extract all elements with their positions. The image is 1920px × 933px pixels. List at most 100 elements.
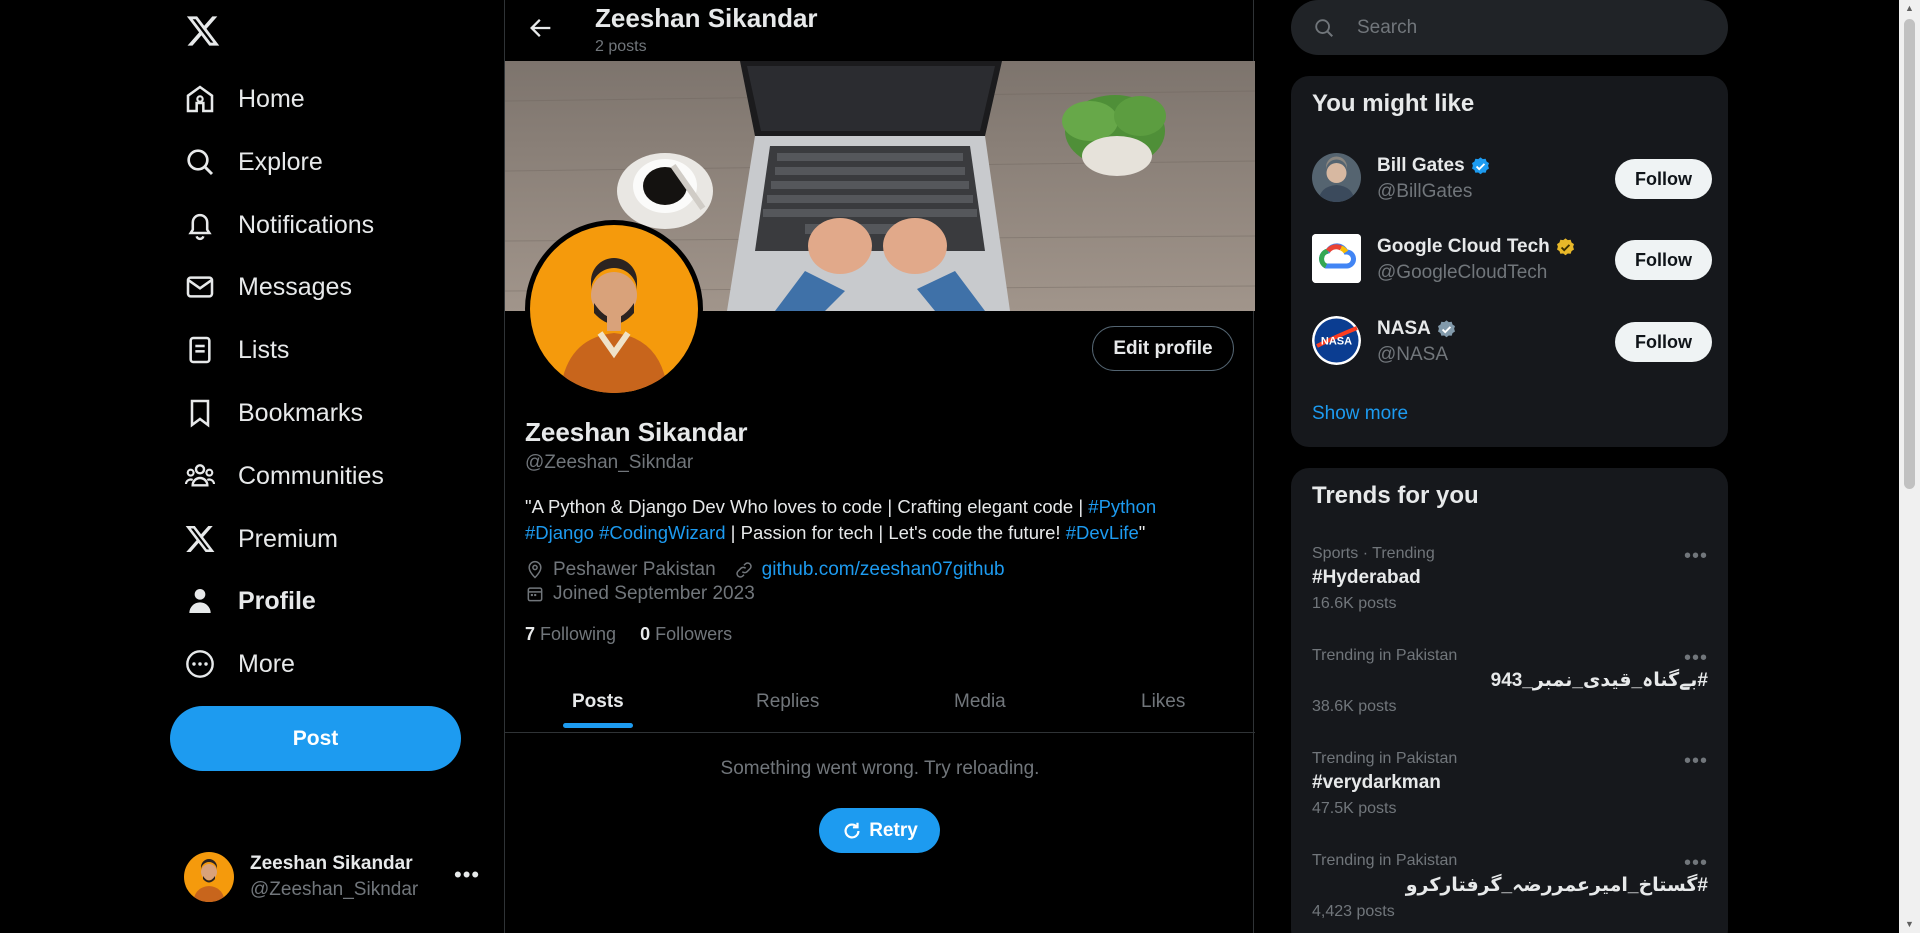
follow-counts: 7 Following 0 Followers bbox=[525, 624, 732, 645]
search-bar[interactable] bbox=[1291, 0, 1728, 55]
more-circle-icon bbox=[186, 650, 214, 678]
nav-label: Explore bbox=[238, 147, 323, 176]
profile-name: Zeeshan Sikandar bbox=[525, 417, 748, 447]
trend-item[interactable]: Trending in Pakistan #بےگناہ_قیدی_نمبر_9… bbox=[1312, 647, 1708, 716]
search-icon bbox=[1315, 18, 1333, 37]
search-input[interactable] bbox=[1357, 16, 1697, 39]
suggested-account[interactable]: Google Cloud Tech @GoogleCloudTech Follo… bbox=[1312, 234, 1712, 286]
trend-name: #گستاخ_امیرعمررضہ_گرفتارکرو bbox=[1405, 875, 1708, 896]
account-handle: @Zeeshan_Sikndar bbox=[250, 879, 419, 900]
profile-joined-row: Joined September 2023 bbox=[525, 583, 755, 605]
nav-label: More bbox=[238, 649, 295, 678]
account-handle: @BillGates bbox=[1377, 181, 1473, 202]
trends-card: Trends for you Sports · Trending #Hydera… bbox=[1291, 468, 1728, 933]
profile-avatar[interactable] bbox=[525, 220, 703, 398]
scroll-down-icon[interactable]: ▼ bbox=[1899, 916, 1920, 933]
nav-item-communities[interactable]: Communities bbox=[184, 450, 384, 502]
account-name: Google Cloud Tech bbox=[1377, 236, 1550, 257]
nav-item-messages[interactable]: Messages bbox=[184, 261, 352, 313]
avatar: NASA bbox=[1312, 316, 1361, 365]
trend-item[interactable]: Trending in Pakistan #گستاخ_امیرعمررضہ_گ… bbox=[1312, 852, 1708, 921]
scrollbar-thumb[interactable] bbox=[1904, 19, 1915, 489]
hashtag-link[interactable]: #Django bbox=[525, 522, 594, 543]
nav-item-explore[interactable]: Explore bbox=[184, 136, 323, 188]
suggested-account[interactable]: Bill Gates @BillGates Follow bbox=[1312, 153, 1712, 205]
x-logo-icon bbox=[185, 526, 215, 552]
hashtag-link[interactable]: #CodingWizard bbox=[599, 522, 725, 543]
nav-item-bookmarks[interactable]: Bookmarks bbox=[184, 387, 363, 439]
trend-count: 38.6K posts bbox=[1312, 698, 1397, 715]
followers-label: Followers bbox=[655, 624, 733, 644]
following-link[interactable]: 7 Following bbox=[525, 624, 616, 645]
people-icon bbox=[184, 464, 216, 487]
verified-badge-icon bbox=[1556, 237, 1574, 255]
nav-item-lists[interactable]: Lists bbox=[184, 324, 289, 376]
account-handle: @NASA bbox=[1377, 344, 1449, 365]
tab-replies[interactable]: Replies bbox=[756, 670, 819, 733]
svg-text:NASA: NASA bbox=[1321, 336, 1352, 348]
show-more-link[interactable]: Show more bbox=[1312, 403, 1408, 425]
trend-item[interactable]: Sports · Trending #Hyderabad 16.6K posts… bbox=[1312, 545, 1708, 613]
followers-count: 0 bbox=[640, 624, 651, 644]
post-button[interactable]: Post bbox=[170, 706, 461, 771]
retry-label: Retry bbox=[869, 819, 918, 841]
bookmark-icon bbox=[190, 399, 210, 428]
profile-website-link[interactable]: github.com/zeeshan07github bbox=[762, 559, 1005, 581]
followers-link[interactable]: 0 Followers bbox=[640, 624, 732, 645]
profile-bio: "A Python & Django Dev Who loves to code… bbox=[525, 494, 1225, 546]
more-options-icon[interactable]: ••• bbox=[1684, 750, 1708, 773]
following-count: 7 bbox=[525, 624, 536, 644]
more-options-icon[interactable]: ••• bbox=[1684, 545, 1708, 568]
hashtag-link[interactable]: #DevLife bbox=[1066, 522, 1139, 543]
trend-item[interactable]: Trending in Pakistan #verydarkman 47.5K … bbox=[1312, 750, 1708, 818]
trend-name: #verydarkman bbox=[1312, 772, 1441, 793]
x-logo-icon[interactable] bbox=[185, 13, 221, 49]
list-icon bbox=[189, 336, 211, 364]
nav-label: Bookmarks bbox=[238, 398, 364, 427]
nav-item-premium[interactable]: Premium bbox=[184, 513, 338, 565]
profile-location: Peshawer Pakistan bbox=[553, 559, 716, 580]
more-options-icon[interactable]: ••• bbox=[454, 862, 480, 888]
error-message: Something went wrong. Try reloading. bbox=[720, 758, 1040, 779]
hashtag-link[interactable]: #Python bbox=[1088, 496, 1156, 517]
trend-count: 47.5K posts bbox=[1312, 800, 1397, 817]
scroll-up-icon[interactable]: ▲ bbox=[1899, 0, 1920, 17]
edit-profile-button[interactable]: Edit profile bbox=[1092, 326, 1234, 371]
trend-name: #بےگناہ_قیدی_نمبر_943 bbox=[1490, 670, 1708, 691]
more-options-icon[interactable]: ••• bbox=[1684, 647, 1708, 670]
follow-button[interactable]: Follow bbox=[1615, 322, 1712, 362]
tab-likes[interactable]: Likes bbox=[1141, 670, 1185, 733]
nav-label: Home bbox=[238, 84, 305, 113]
account-name: Zeeshan Sikandar bbox=[250, 853, 413, 874]
follow-button[interactable]: Follow bbox=[1615, 240, 1712, 280]
page-scrollbar[interactable]: ▲ ▼ bbox=[1899, 0, 1920, 933]
avatar bbox=[1312, 234, 1361, 283]
follow-button[interactable]: Follow bbox=[1615, 159, 1712, 199]
bell-icon bbox=[188, 213, 212, 241]
suggested-account[interactable]: NASA NASA @NASA Follow bbox=[1312, 316, 1712, 368]
more-options-icon[interactable]: ••• bbox=[1684, 852, 1708, 875]
nav-item-home[interactable]: Home bbox=[184, 73, 305, 125]
who-to-follow-title: You might like bbox=[1312, 90, 1475, 117]
page-title: Zeeshan Sikandar bbox=[595, 3, 818, 33]
account-switcher[interactable]: Zeeshan Sikandar @Zeeshan_Sikndar ••• bbox=[184, 850, 484, 904]
nav-item-more[interactable]: More bbox=[184, 638, 295, 690]
nav-item-notifications[interactable]: Notifications bbox=[184, 199, 374, 251]
profile-column: Zeeshan Sikandar 2 posts Edit profile Ze… bbox=[504, 0, 1255, 933]
profile-header-bar: Zeeshan Sikandar 2 posts bbox=[505, 0, 1255, 60]
nav-label: Profile bbox=[238, 586, 316, 615]
account-name: Bill Gates bbox=[1377, 155, 1465, 176]
trend-context: Trending in Pakistan bbox=[1312, 647, 1458, 664]
envelope-icon bbox=[186, 276, 214, 298]
calendar-icon bbox=[527, 587, 543, 602]
tab-media[interactable]: Media bbox=[954, 670, 1006, 733]
retry-button[interactable]: Retry bbox=[819, 808, 940, 853]
trend-context: Trending in Pakistan bbox=[1312, 852, 1458, 869]
nav-label: Messages bbox=[238, 272, 352, 301]
back-arrow-icon[interactable] bbox=[527, 14, 555, 42]
following-label: Following bbox=[540, 624, 617, 644]
trend-context: Trending in Pakistan bbox=[1312, 750, 1458, 767]
nav-item-profile[interactable]: Profile bbox=[184, 575, 316, 627]
bio-text: | Passion for tech | Let's code the futu… bbox=[725, 522, 1066, 543]
profile-meta-row: Peshawer Pakistan github.com/zeeshan07gi… bbox=[525, 559, 1005, 581]
